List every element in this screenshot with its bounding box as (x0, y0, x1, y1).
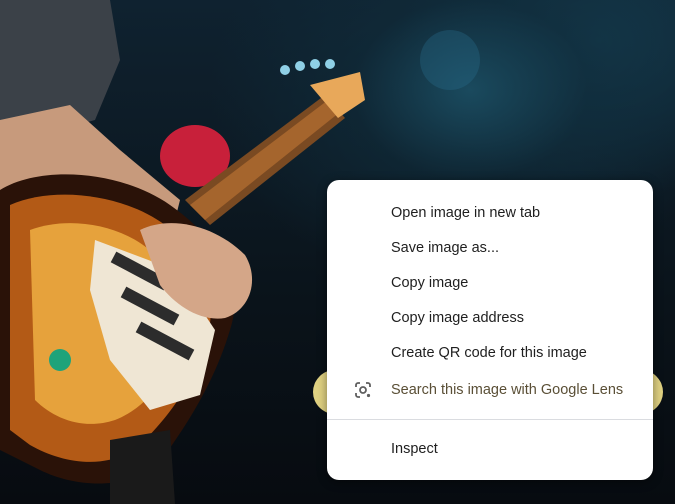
menu-item-label: Copy image (391, 274, 469, 291)
menu-item-search-google-lens[interactable]: Search this image with Google Lens (327, 372, 653, 407)
menu-item-inspect[interactable]: Inspect (327, 431, 653, 466)
menu-item-open-image-new-tab[interactable]: Open image in new tab (327, 195, 653, 230)
menu-item-save-image-as[interactable]: Save image as... (327, 230, 653, 265)
menu-item-label: Copy image address (391, 309, 524, 326)
menu-item-label: Save image as... (391, 239, 499, 256)
menu-item-copy-image-address[interactable]: Copy image address (327, 300, 653, 335)
menu-item-label: Create QR code for this image (391, 344, 587, 361)
menu-item-copy-image[interactable]: Copy image (327, 265, 653, 300)
context-menu: Open image in new tab Save image as... C… (327, 180, 653, 480)
menu-item-label: Inspect (391, 440, 438, 457)
menu-item-label: Open image in new tab (391, 204, 541, 221)
google-lens-icon (354, 381, 372, 399)
menu-divider (327, 419, 653, 420)
menu-item-create-qr-code[interactable]: Create QR code for this image (327, 335, 653, 370)
menu-item-label: Search this image with Google Lens (391, 381, 624, 398)
